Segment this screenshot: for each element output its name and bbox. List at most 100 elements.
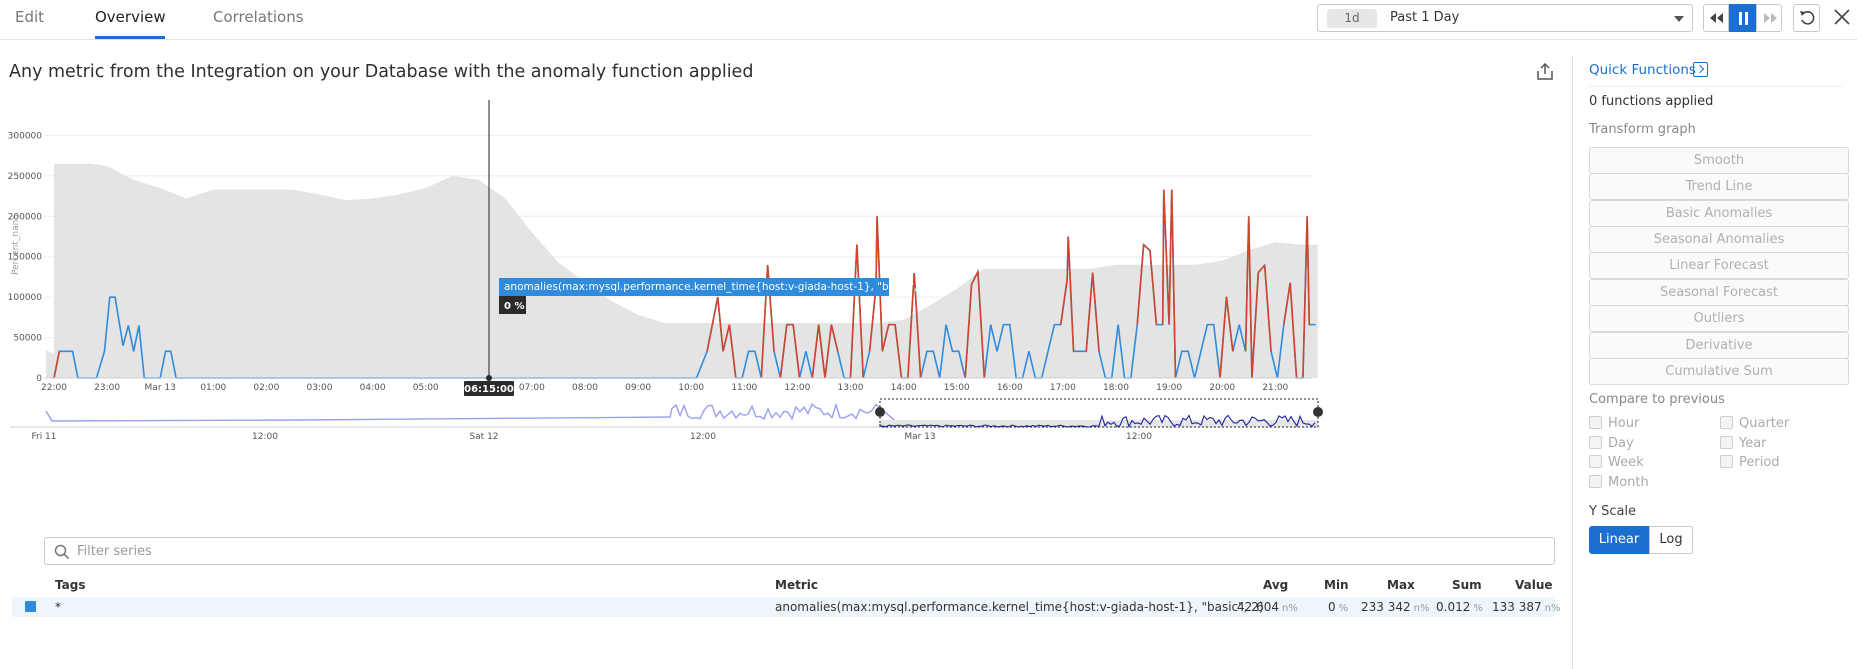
column-header-metric: Metric xyxy=(775,578,818,592)
series-color-swatch[interactable] xyxy=(25,601,36,612)
chevron-down-icon xyxy=(1674,16,1684,22)
compare-day-checkbox[interactable]: Day xyxy=(1589,436,1634,451)
x-tick-label: 10:00 xyxy=(678,383,704,393)
x-tick-label: 13:00 xyxy=(838,383,864,393)
share-icon[interactable] xyxy=(1536,62,1554,82)
compare-quarter-label: Quarter xyxy=(1739,416,1790,431)
divider xyxy=(1589,86,1842,87)
fast-forward-button[interactable] xyxy=(1756,4,1782,32)
functions-applied-count: 0 functions applied xyxy=(1589,94,1714,109)
rewind-icon xyxy=(1710,13,1723,23)
active-tab-indicator xyxy=(95,36,165,39)
row-min-unit: % xyxy=(1338,603,1349,614)
rewind-button[interactable] xyxy=(1703,4,1729,32)
timeframe-selector[interactable]: 1d Past 1 Day xyxy=(1317,4,1693,32)
filter-series-input[interactable] xyxy=(75,542,1545,561)
x-tick-label: Mar 13 xyxy=(145,383,176,393)
x-tick-label: 14:00 xyxy=(891,383,917,393)
pause-icon xyxy=(1739,12,1748,25)
compare-to-previous-label: Compare to previous xyxy=(1589,392,1725,407)
overview-x-tick-label: 12:00 xyxy=(252,432,278,442)
smooth-button[interactable]: Smooth xyxy=(1589,147,1849,174)
y-tick-label: 300000 xyxy=(8,131,43,141)
compare-quarter-checkbox[interactable]: Quarter xyxy=(1720,416,1789,431)
graph-title: Any metric from the Integration on your … xyxy=(9,62,754,82)
checkbox[interactable] xyxy=(1589,455,1602,468)
compare-hour-checkbox[interactable]: Hour xyxy=(1589,416,1639,431)
y-scale-toggle: Linear Log xyxy=(1589,526,1699,554)
cursor-time-label: 06:15:00 xyxy=(464,384,514,395)
x-tick-label: 09:00 xyxy=(625,383,651,393)
overview-brush-handle-right xyxy=(1313,407,1323,417)
linear-forecast-button[interactable]: Linear Forecast xyxy=(1589,252,1849,279)
quick-functions-title[interactable]: Quick Functions xyxy=(1589,62,1696,78)
trend-line-button[interactable]: Trend Line xyxy=(1589,173,1849,200)
row-sum: 0.012% xyxy=(1436,600,1483,614)
y-tick-label: 50000 xyxy=(13,334,42,344)
y-scale-log-button[interactable]: Log xyxy=(1649,526,1693,554)
seasonal-anomalies-button[interactable]: Seasonal Anomalies xyxy=(1589,226,1849,253)
row-tags: * xyxy=(55,600,61,614)
cumulative-sum-button[interactable]: Cumulative Sum xyxy=(1589,358,1849,385)
top-bar: Edit Overview Correlations 1d Past 1 Day xyxy=(0,0,1857,40)
x-tick-label: 11:00 xyxy=(731,383,757,393)
x-tick-label: 15:00 xyxy=(944,383,970,393)
row-max-unit: n% xyxy=(1413,603,1430,614)
checkbox[interactable] xyxy=(1720,455,1733,468)
outliers-button[interactable]: Outliers xyxy=(1589,305,1849,332)
fast-forward-icon xyxy=(1764,13,1777,23)
compare-year-label: Year xyxy=(1739,436,1767,451)
row-sum-value: 0.012 xyxy=(1436,600,1471,614)
filter-series-box[interactable] xyxy=(44,537,1555,565)
checkbox[interactable] xyxy=(1720,416,1733,429)
pause-button[interactable] xyxy=(1729,4,1756,32)
x-tick-label: 20:00 xyxy=(1209,383,1235,393)
x-tick-label: 04:00 xyxy=(360,383,386,393)
transform-graph-label: Transform graph xyxy=(1589,122,1696,137)
x-tick-label: 17:00 xyxy=(1050,383,1076,393)
overview-x-tick-label: 12:00 xyxy=(690,432,716,442)
table-row[interactable]: * anomalies(max:mysql.performance.kernel… xyxy=(12,597,1560,617)
compare-month-label: Month xyxy=(1608,475,1649,490)
y-scale-label: Y Scale xyxy=(1589,504,1637,519)
x-tick-label: 16:00 xyxy=(997,383,1023,393)
compare-year-checkbox[interactable]: Year xyxy=(1720,436,1767,451)
close-icon[interactable] xyxy=(1832,6,1852,28)
x-tick-label: 19:00 xyxy=(1156,383,1182,393)
tab-edit[interactable]: Edit xyxy=(15,8,44,26)
x-tick-label: 03:00 xyxy=(307,383,333,393)
overview-x-tick-label: 12:00 xyxy=(1126,432,1152,442)
collapse-panel-icon[interactable] xyxy=(1693,62,1708,77)
row-metric: anomalies(max:mysql.performance.kernel_t… xyxy=(775,600,1264,614)
timeseries-chart[interactable]: 3500003000002500002000001500001000005000… xyxy=(0,100,1565,518)
overview-x-tick-label: Fri 11 xyxy=(31,432,56,442)
y-scale-linear-button[interactable]: Linear xyxy=(1589,526,1649,554)
quick-functions-sidebar: Quick Functions 0 functions applied Tran… xyxy=(1572,56,1857,669)
column-header-sum: Sum xyxy=(1452,578,1482,592)
checkbox[interactable] xyxy=(1720,436,1733,449)
overview-x-tick-label: Mar 13 xyxy=(904,432,935,442)
overview-brush-handle-left xyxy=(875,407,885,417)
seasonal-forecast-button[interactable]: Seasonal Forecast xyxy=(1589,279,1849,306)
row-min-value: 0 xyxy=(1328,600,1336,614)
checkbox[interactable] xyxy=(1589,416,1602,429)
compare-period-checkbox[interactable]: Period xyxy=(1720,455,1780,470)
x-tick-label: 23:00 xyxy=(94,383,120,393)
reset-button[interactable] xyxy=(1793,4,1820,32)
reset-icon xyxy=(1800,11,1815,25)
row-avg-value: 42 604 xyxy=(1237,600,1279,614)
derivative-button[interactable]: Derivative xyxy=(1589,332,1849,359)
row-value: 133 387 n% xyxy=(1492,600,1560,614)
row-min: 0% xyxy=(1328,600,1348,614)
tab-overview[interactable]: Overview xyxy=(95,8,166,26)
checkbox[interactable] xyxy=(1589,436,1602,449)
overview-series-line xyxy=(45,402,901,426)
row-value-value: 133 387 xyxy=(1492,600,1542,614)
tab-correlations[interactable]: Correlations xyxy=(213,8,304,26)
y-tick-label: 100000 xyxy=(8,293,43,303)
row-avg-unit: n% xyxy=(1282,603,1298,614)
compare-week-checkbox[interactable]: Week xyxy=(1589,455,1644,470)
basic-anomalies-button[interactable]: Basic Anomalies xyxy=(1589,200,1849,227)
compare-month-checkbox[interactable]: Month xyxy=(1589,475,1649,490)
checkbox[interactable] xyxy=(1589,475,1602,488)
